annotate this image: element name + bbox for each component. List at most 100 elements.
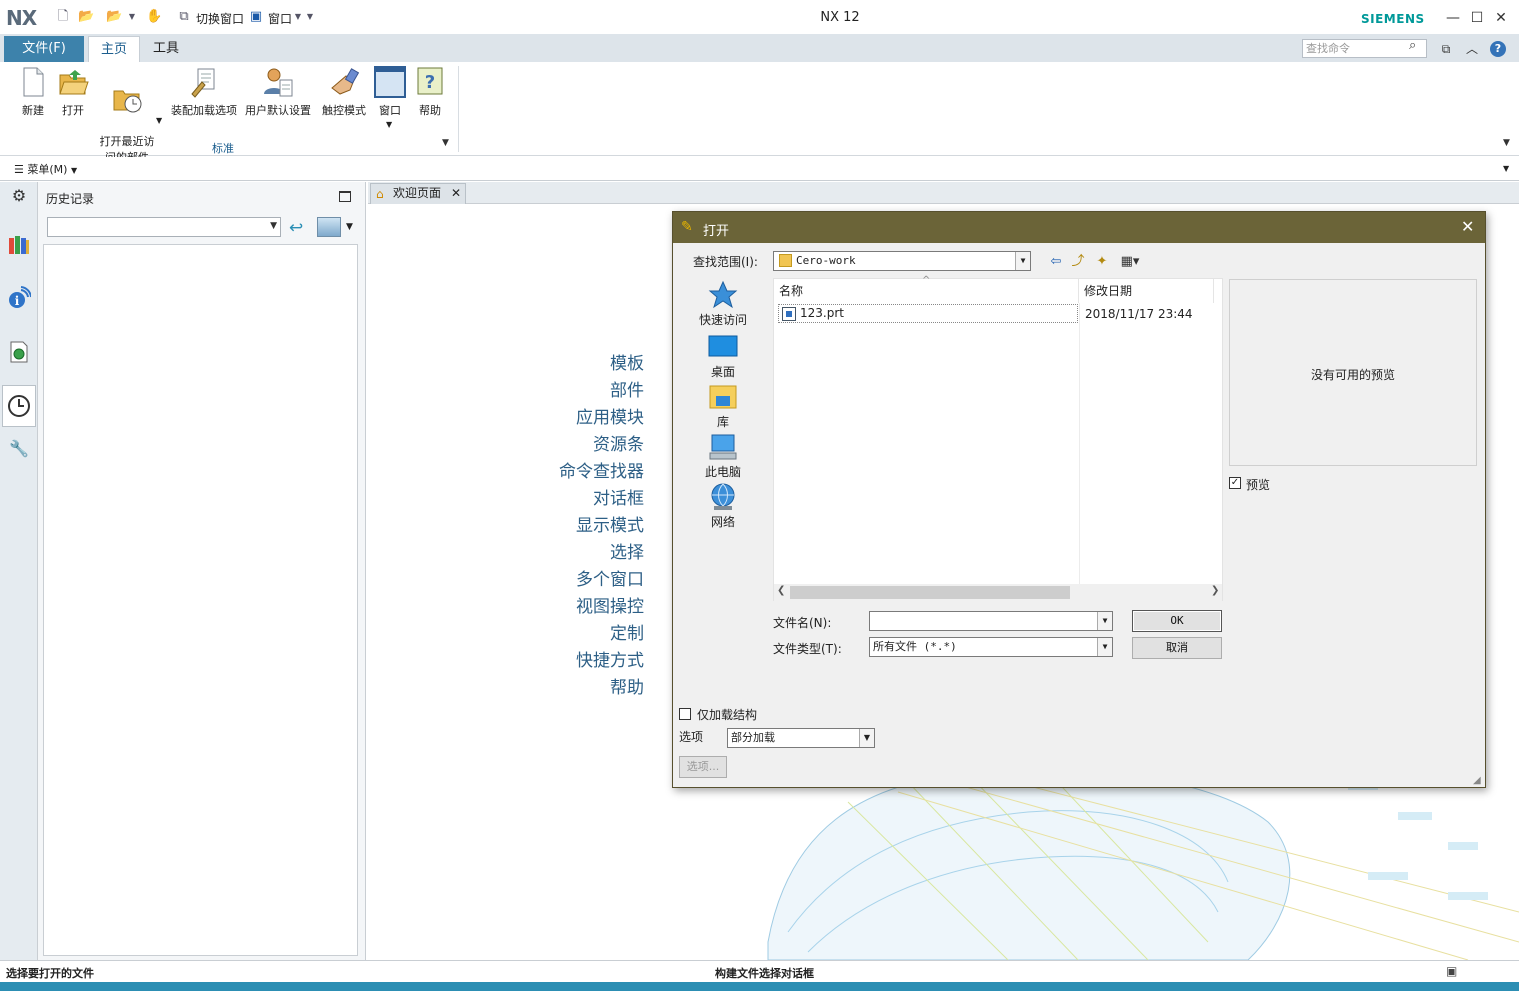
look-in-combo[interactable]: Cero-work ▼: [773, 251, 1031, 271]
close-button[interactable]: ✕: [1491, 8, 1511, 28]
welcome-link-dialogs[interactable]: 对话框: [528, 489, 644, 516]
window-restore-icon[interactable]: ⧉: [1438, 41, 1454, 57]
load-options-select[interactable]: 部分加载 ▼: [727, 728, 875, 748]
menu-button[interactable]: ☰ 菜单(M) ▼: [14, 161, 77, 177]
scroll-left-icon[interactable]: ❮: [777, 585, 785, 596]
history-view-dropdown-icon[interactable]: ▼: [346, 222, 353, 232]
file-row[interactable]: 123.prt: [778, 304, 1078, 323]
welcome-link-resource-bar[interactable]: 资源条: [528, 435, 644, 462]
reuse-library-icon[interactable]: [7, 232, 31, 256]
welcome-link-selection[interactable]: 选择: [528, 543, 644, 570]
preview-checkbox-label: 预览: [1246, 478, 1271, 492]
place-network[interactable]: 网络: [689, 482, 757, 530]
window-icon[interactable]: ▣: [248, 9, 264, 25]
user-defaults-button[interactable]: 用户默认设置: [242, 66, 314, 118]
search-icon[interactable]: ⌕: [1409, 38, 1416, 53]
system-materials-icon[interactable]: 🔧: [7, 437, 31, 461]
collapse-ribbon-icon[interactable]: ︿: [1464, 41, 1480, 57]
welcome-link-templates[interactable]: 模板: [528, 354, 644, 381]
switch-window-button[interactable]: 切换窗口: [196, 10, 244, 27]
assembly-load-options-button[interactable]: 装配加载选项: [168, 66, 240, 118]
preview-text: 没有可用的预览: [1310, 368, 1395, 382]
scrollbar-thumb[interactable]: [790, 586, 1070, 599]
toolbar-options-dropdown-icon[interactable]: ▼: [1503, 164, 1509, 173]
column-header-extra[interactable]: [1214, 279, 1224, 303]
structure-only-checkbox[interactable]: [679, 708, 691, 720]
resize-grip-icon[interactable]: ◢: [1473, 775, 1481, 786]
view-menu-icon[interactable]: ▦▾: [1117, 253, 1143, 271]
scroll-right-icon[interactable]: ❯: [1211, 585, 1219, 596]
touch-mode-button[interactable]: 触控模式: [318, 66, 370, 118]
welcome-link-multiple-windows[interactable]: 多个窗口: [528, 570, 644, 597]
horizontal-scrollbar[interactable]: ❮ ❯: [774, 584, 1222, 601]
window-button[interactable]: 窗口: [372, 66, 408, 118]
new-button[interactable]: 新建: [13, 66, 53, 118]
welcome-link-customize[interactable]: 定制: [528, 624, 644, 651]
maximize-button[interactable]: ☐: [1467, 8, 1487, 28]
new-folder-icon[interactable]: ✦: [1093, 253, 1111, 271]
history-filter-combo[interactable]: ▼: [47, 217, 281, 237]
minimize-button[interactable]: —: [1443, 8, 1463, 28]
dialog-close-icon[interactable]: ✕: [1461, 217, 1474, 236]
tab-tools[interactable]: 工具: [144, 36, 188, 62]
touch-mode-icon[interactable]: ✋: [146, 9, 162, 25]
dialog-title: 打开: [703, 224, 730, 239]
history-back-icon[interactable]: ↩: [289, 218, 303, 238]
welcome-link-display-mode[interactable]: 显示模式: [528, 516, 644, 543]
place-quick-access[interactable]: 快速访问: [689, 280, 757, 328]
settings-gear-icon[interactable]: ⚙: [7, 184, 31, 208]
welcome-link-parts[interactable]: 部件: [528, 381, 644, 408]
ok-button[interactable]: OK: [1132, 610, 1222, 632]
group-dropdown-icon[interactable]: ▼: [442, 138, 449, 148]
column-header-modified[interactable]: 修改日期: [1079, 279, 1214, 303]
tab-file[interactable]: 文件(F): [4, 36, 84, 62]
recent-dropdown-icon[interactable]: ▼: [124, 9, 140, 25]
welcome-link-applications[interactable]: 应用模块: [528, 408, 644, 435]
ribbon-options-dropdown-icon[interactable]: ▼: [1503, 138, 1510, 148]
open-button-label: 打开: [62, 104, 84, 117]
open-folder-icon[interactable]: 📂: [78, 9, 94, 25]
help-button[interactable]: ? 帮助: [412, 66, 448, 118]
window-menu-button[interactable]: 窗口: [268, 10, 292, 27]
file-list[interactable]: ^ 名称 修改日期 123.prt 2018/11/17 23:44 ❮ ❯: [773, 275, 1224, 601]
place-this-pc[interactable]: 此电脑: [689, 432, 757, 480]
tab-welcome-page[interactable]: ⌂ 欢迎页面 ✕: [370, 183, 466, 204]
hd3d-tools-icon[interactable]: i: [7, 286, 32, 310]
preview-checkbox[interactable]: ✓: [1229, 477, 1241, 489]
recent-folder-icon[interactable]: 📂: [106, 9, 122, 25]
filetype-select[interactable]: 所有文件 (*.*) ▼: [869, 637, 1113, 657]
group-label-standard: 标准: [212, 142, 234, 155]
welcome-link-shortcuts[interactable]: 快捷方式: [528, 651, 644, 678]
panel-maximize-icon[interactable]: [339, 191, 351, 202]
customize-dropdown-icon[interactable]: ▼: [302, 9, 318, 25]
open-recent-button[interactable]: 打开最近访 问的部件: [96, 66, 158, 166]
history-view-icon[interactable]: [317, 217, 341, 237]
column-header-name[interactable]: 名称: [774, 279, 1079, 303]
cancel-button[interactable]: 取消: [1132, 637, 1222, 659]
switch-window-icon[interactable]: ⧉: [176, 9, 192, 25]
dialog-title-bar[interactable]: ✎ 打开 ✕: [673, 212, 1485, 243]
window-dropdown-icon[interactable]: ▼: [386, 120, 392, 129]
load-options-value: 部分加载: [731, 731, 775, 744]
place-libraries[interactable]: 库: [689, 382, 757, 430]
place-desktop[interactable]: 桌面: [689, 332, 757, 380]
new-file-icon[interactable]: 🗋: [55, 9, 71, 25]
back-arrow-icon[interactable]: ⇦: [1047, 253, 1065, 271]
history-list[interactable]: [43, 244, 358, 956]
tab-close-icon[interactable]: ✕: [451, 184, 461, 203]
welcome-link-view-manipulation[interactable]: 视图操控: [528, 597, 644, 624]
up-folder-icon[interactable]: ⤴: [1069, 253, 1087, 271]
filename-input[interactable]: ▼: [869, 611, 1113, 631]
welcome-link-help[interactable]: 帮助: [528, 678, 644, 705]
history-clock-icon[interactable]: [7, 394, 31, 418]
web-browser-icon[interactable]: [7, 340, 31, 364]
fullscreen-icon[interactable]: ▣: [1446, 964, 1457, 978]
tab-home[interactable]: 主页: [88, 36, 140, 63]
folder-icon: [779, 254, 792, 267]
network-globe-icon: [711, 483, 735, 510]
open-button[interactable]: 打开: [53, 66, 93, 118]
welcome-link-command-finder[interactable]: 命令查找器: [528, 462, 644, 489]
options-button[interactable]: 选项...: [679, 756, 727, 778]
open-recent-dropdown-icon[interactable]: ▼: [156, 116, 162, 125]
help-icon[interactable]: ?: [1490, 41, 1506, 57]
